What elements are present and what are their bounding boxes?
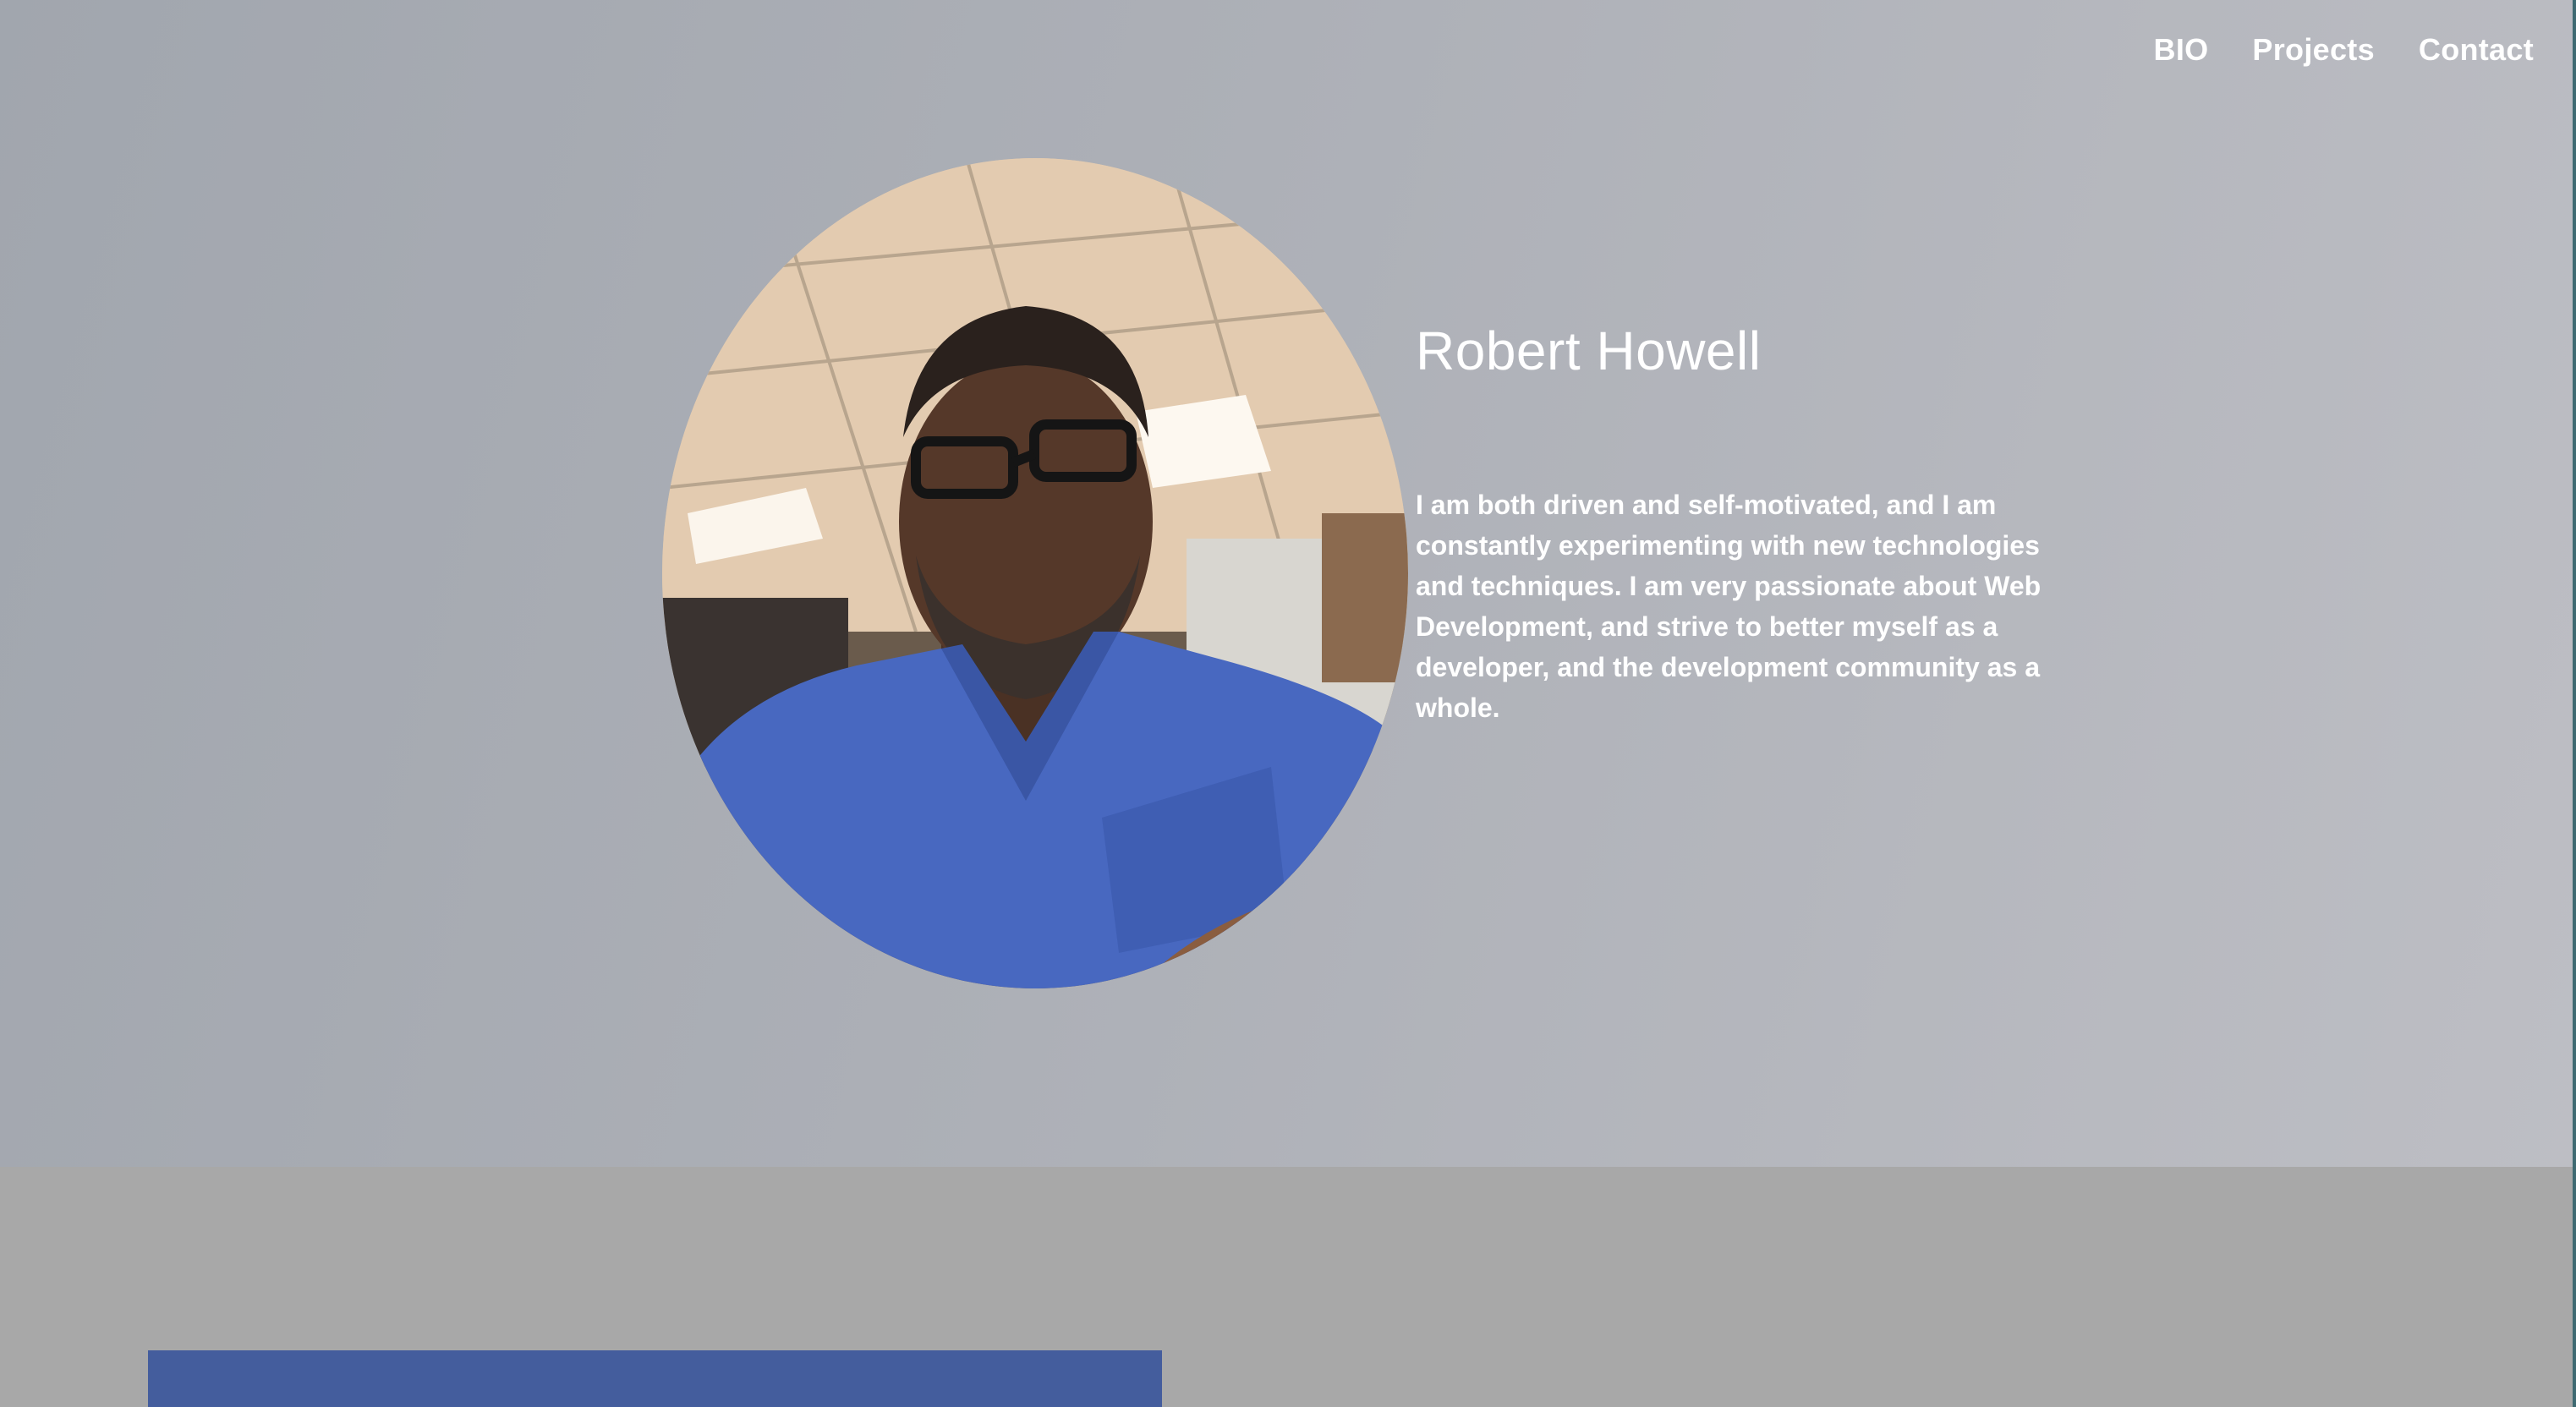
top-nav: BIO Projects Contact — [2154, 32, 2534, 68]
project-card[interactable] — [148, 1350, 1162, 1407]
nav-projects-link[interactable]: Projects — [2252, 32, 2374, 68]
nav-contact-link[interactable]: Contact — [2419, 32, 2534, 68]
profile-photo — [662, 158, 1408, 988]
window-edge — [2573, 0, 2576, 1167]
hero-section: BIO Projects Contact Robert Howell I am … — [0, 0, 2576, 1167]
profile-bio: I am both driven and self-motivated, and… — [1416, 490, 2042, 723]
profile-name: Robert Howell — [1416, 320, 1762, 381]
window-edge — [2573, 1167, 2576, 1407]
nav-bio-link[interactable]: BIO — [2154, 32, 2209, 68]
projects-section — [0, 1167, 2576, 1407]
